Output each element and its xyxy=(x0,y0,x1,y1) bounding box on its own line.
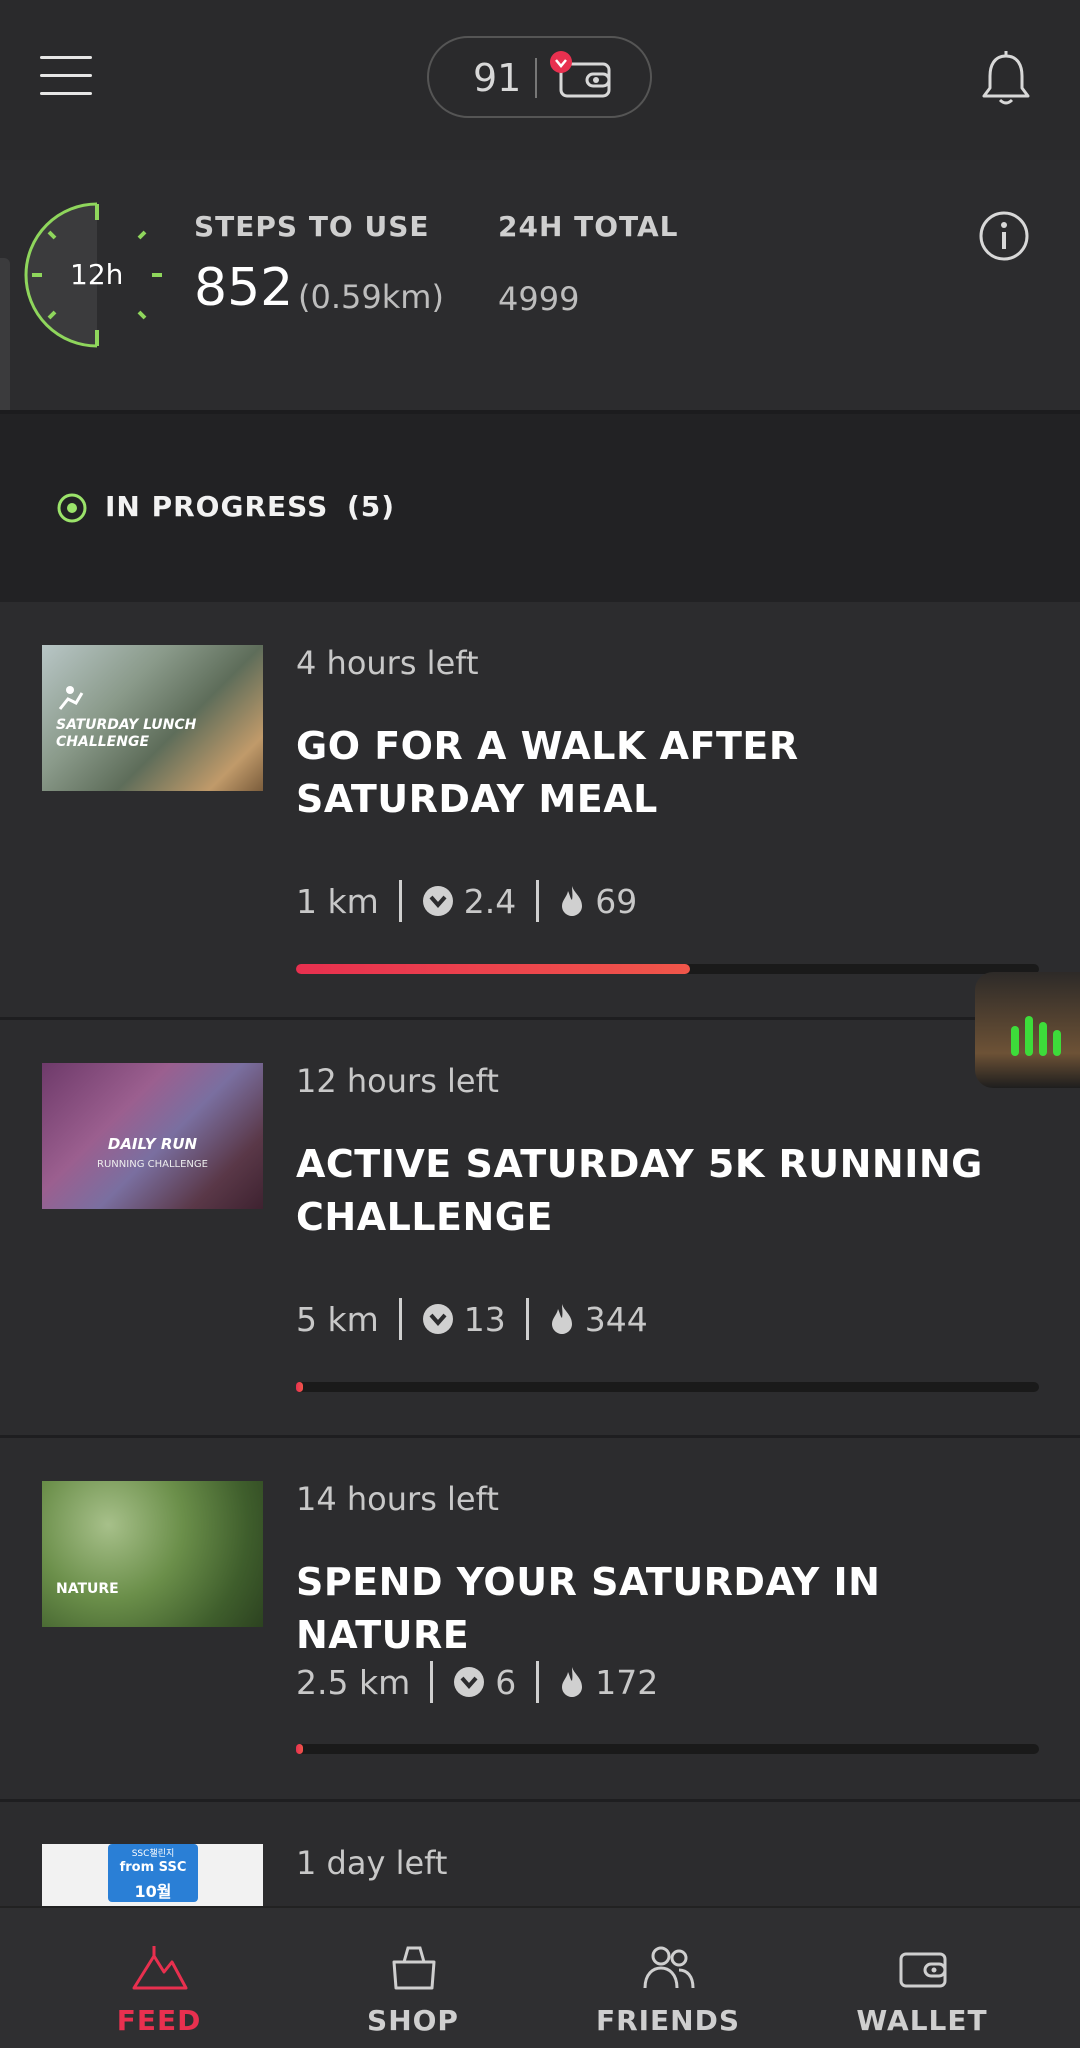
challenge-meta: 5 km 13 344 xyxy=(296,1296,648,1342)
challenge-title: ACTIVE SATURDAY 5K RUNNING CHALLENGE xyxy=(296,1142,983,1239)
challenge-title: SPEND YOUR SATURDAY IN NATURE xyxy=(296,1560,881,1657)
time-left: 4 hours left xyxy=(296,644,479,682)
divider xyxy=(525,1298,529,1340)
challenge-thumbnail: DAILY RUN RUNNING CHALLENGE xyxy=(42,1063,263,1209)
challenge-thumbnail: SATURDAY LUNCH CHALLENGE xyxy=(42,645,263,791)
wallet-icon xyxy=(899,1952,947,1988)
thumbnail-text: NATURE xyxy=(56,1581,119,1597)
bag-icon xyxy=(392,1946,436,1990)
activity-bars-icon xyxy=(1011,1016,1061,1056)
wallet-balance-pill[interactable]: 91 xyxy=(427,36,652,118)
coins: 13 xyxy=(463,1299,506,1339)
divider xyxy=(430,1661,434,1703)
challenge-card[interactable]: NATURE 14 hours left SPEND YOUR SATURDAY… xyxy=(0,1438,1080,1802)
challenge-thumbnail: NATURE xyxy=(42,1481,263,1627)
divider xyxy=(535,58,537,98)
challenge-meta: 2.5 km 6 172 xyxy=(296,1659,658,1705)
flame-icon xyxy=(562,1667,583,1697)
coin-icon xyxy=(422,1304,453,1334)
coin-icon xyxy=(454,1667,485,1697)
wallet-icon xyxy=(550,51,611,98)
mountain-icon xyxy=(132,1946,188,1990)
progress-fill xyxy=(296,964,690,974)
flame-icon xyxy=(562,886,583,916)
thumbnail-subtext: 10월 xyxy=(134,1882,172,1901)
calories: 69 xyxy=(595,881,638,921)
nav-friends[interactable]: FRIENDS xyxy=(533,1908,803,2048)
coins: 2.4 xyxy=(463,881,517,921)
menu-icon[interactable] xyxy=(40,56,92,96)
friends-icon xyxy=(643,1946,695,1989)
time-left: 12 hours left xyxy=(296,1062,499,1100)
thumbnail-text: SATURDAY LUNCH CHALLENGE xyxy=(56,717,197,750)
coins: 6 xyxy=(495,1662,517,1702)
challenge-title: GO FOR A WALK AFTER SATURDAY MEAL xyxy=(296,724,799,821)
dial-label: 12h xyxy=(70,258,124,291)
flame-icon xyxy=(551,1304,572,1334)
total-label: 24H TOTAL xyxy=(498,210,679,243)
nav-friends-label: FRIENDS xyxy=(595,2004,741,2037)
calories: 172 xyxy=(595,1662,659,1702)
notification-bell-icon[interactable] xyxy=(980,50,1032,108)
nav-feed[interactable]: FEED xyxy=(24,1908,294,2048)
in-progress-label[interactable]: IN PROGRESS (5) xyxy=(105,490,395,523)
bottom-navigation: FEED SHOP FRIENDS WALLET xyxy=(0,1906,1080,2048)
challenge-card[interactable]: SSC챌린지 from SSC 10월 1 day left xyxy=(0,1802,1080,1906)
challenge-meta: 1 km 2.4 69 xyxy=(296,878,637,924)
time-left: 1 day left xyxy=(296,1844,448,1882)
floating-activity-widget[interactable] xyxy=(975,972,1080,1088)
total-value: 4999 xyxy=(498,280,580,318)
top-bar: 91 xyxy=(0,0,1080,160)
divider xyxy=(536,880,540,922)
nav-wallet-label: WALLET xyxy=(856,2004,988,2037)
challenge-thumbnail: SSC챌린지 from SSC 10월 xyxy=(42,1844,263,1906)
steps-value: 852 xyxy=(194,258,294,318)
distance: 2.5 km xyxy=(296,1662,411,1702)
steps-to-use-label: STEPS TO USE xyxy=(194,210,430,243)
progress-fill xyxy=(296,1382,304,1392)
progress-bar xyxy=(296,1382,1039,1392)
progress-bar xyxy=(296,964,1039,974)
coin-icon xyxy=(422,886,453,916)
in-progress-icon xyxy=(57,493,87,523)
challenge-card[interactable]: DAILY RUN RUNNING CHALLENGE 12 hours lef… xyxy=(0,1020,1080,1438)
divider xyxy=(398,880,402,922)
wallet-count: 91 xyxy=(473,56,522,100)
progress-bar xyxy=(296,1744,1039,1754)
time-left: 14 hours left xyxy=(296,1480,499,1518)
distance: 5 km xyxy=(296,1299,379,1339)
in-progress-text: IN PROGRESS xyxy=(105,490,329,523)
runner-icon xyxy=(58,686,84,710)
nav-shop-label: SHOP xyxy=(367,2004,459,2037)
nav-shop[interactable]: SHOP xyxy=(278,1908,548,2048)
divider xyxy=(536,1661,540,1703)
challenge-card[interactable]: SATURDAY LUNCH CHALLENGE 4 hours left GO… xyxy=(0,602,1080,1020)
steps-distance: (0.59km) xyxy=(298,278,444,316)
nav-wallet[interactable]: WALLET xyxy=(787,1908,1057,2048)
nav-feed-label: FEED xyxy=(116,2004,202,2037)
thumbnail-subtext: RUNNING CHALLENGE xyxy=(97,1159,208,1170)
divider xyxy=(398,1298,402,1340)
thumbnail-text: from SSC xyxy=(119,1860,187,1875)
calories: 344 xyxy=(584,1299,648,1339)
info-icon[interactable] xyxy=(978,210,1030,262)
in-progress-count: (5) xyxy=(346,490,396,523)
thumbnail-text: DAILY RUN xyxy=(107,1135,198,1153)
distance: 1 km xyxy=(296,881,379,921)
progress-fill xyxy=(296,1744,304,1754)
thumbnail-top-text: SSC챌린지 xyxy=(131,1849,175,1859)
